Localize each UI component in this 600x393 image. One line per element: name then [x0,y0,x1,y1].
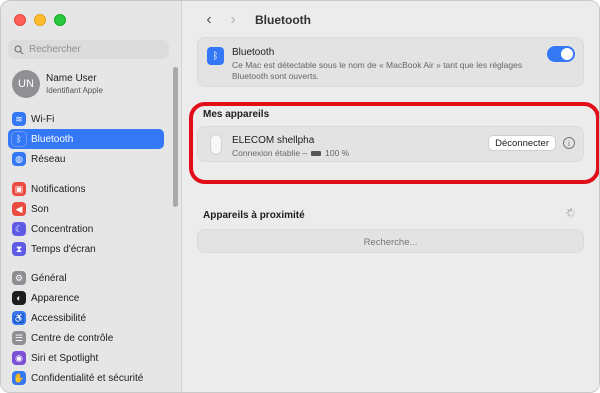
toolbar: ‹ › Bluetooth [197,11,311,29]
sidebar-item-accessibility[interactable]: ♿ Accessibilité [8,308,164,328]
forward-button[interactable]: › [221,11,245,29]
my-devices-heading: Mes appareils [203,109,270,120]
sidebar-item-label: Général [31,272,67,284]
minimize-window-button[interactable] [34,14,46,26]
nearby-devices-card: Recherche... [197,229,584,253]
battery-level: 100 % [325,148,350,158]
mouse-icon [210,134,222,155]
sidebar-item-label: Centre de contrôle [31,332,114,344]
searching-status: Recherche... [363,237,418,248]
bluetooth-toggle[interactable] [547,46,575,62]
settings-window: UN Name User Identifiant Apple ≋ Wi-Fi ᛒ Bl… [0,0,600,393]
sidebar-item-label: Son [31,203,49,215]
main-content: ‹ › Bluetooth ᛒ Bluetooth Ce Mac est dét… [183,1,599,392]
sidebar-item-label: Siri et Spotlight [31,352,99,364]
moon-icon: ☾ [12,222,26,236]
avatar: UN [12,70,40,98]
accessibility-icon: ♿ [12,311,26,325]
sidebar-item-label: Notifications [31,183,86,195]
privacy-hand-icon: ✋ [12,371,26,385]
sidebar-item-siri[interactable]: ◉ Siri et Spotlight [8,348,164,368]
bluetooth-icon: ᛒ [207,47,224,65]
hourglass-icon: ⧗ [12,242,26,256]
sidebar-group-alerts: ▣ Notifications ◀ Son ☾ Concentration ⧗ Temps d… [8,179,164,259]
maximize-window-button[interactable] [54,14,66,26]
search-input[interactable] [29,44,159,55]
battery-icon [311,150,322,156]
sidebar-item-gear[interactable]: ⚙ Général [8,268,164,288]
disconnect-button[interactable]: Déconnecter [488,135,556,151]
window-controls [14,14,66,26]
sidebar-item-moon[interactable]: ☾ Concentration [8,219,164,239]
gear-icon: ⚙ [12,271,26,285]
sidebar-item-wifi[interactable]: ≋ Wi-Fi [8,109,164,129]
nearby-devices-heading: Appareils à proximité [203,210,305,221]
user-name: Name User [46,73,97,84]
bluetooth-label: Bluetooth [232,47,275,58]
device-name: ELECOM shellpha [232,135,315,146]
close-window-button[interactable] [14,14,26,26]
page-title: Bluetooth [255,13,311,27]
siri-icon: ◉ [12,351,26,365]
appearance-icon: ◐ [12,291,26,305]
search-box[interactable] [8,40,169,59]
user-subtitle: Identifiant Apple [46,86,103,95]
speaker-icon: ◀ [12,202,26,216]
notifications-icon: ▣ [12,182,26,196]
bluetooth-icon: ᛒ [12,132,26,146]
sidebar-scrollbar[interactable] [173,67,178,207]
sidebar-item-label: Wi-Fi [31,113,55,125]
sidebar-item-label: Confidentialité et sécurité [31,372,144,384]
wifi-icon: ≋ [12,112,26,126]
sidebar: UN Name User Identifiant Apple ≋ Wi-Fi ᛒ Bl… [1,1,182,392]
sidebar-item-appearance[interactable]: ◐ Apparence [8,288,164,308]
sidebar-item-hourglass[interactable]: ⧗ Temps d'écran [8,239,164,259]
sidebar-item-notifications[interactable]: ▣ Notifications [8,179,164,199]
sidebar-group-system: ⚙ Général ◐ Apparence ♿ Accessibilité ☰ Centre … [8,268,164,388]
sidebar-item-label: Bluetooth [31,133,74,145]
device-status: Connexion établie – 100 % [232,148,349,158]
control-center-icon: ☰ [12,331,26,345]
sidebar-item-label: Apparence [31,292,80,304]
globe-icon: ◍ [12,152,26,166]
sidebar-item-label: Réseau [31,153,66,165]
user-account[interactable]: UN Name User Identifiant Apple [12,70,103,98]
bluetooth-settings-card: ᛒ Bluetooth Ce Mac est détectable sous l… [197,37,584,87]
sidebar-item-privacy-hand[interactable]: ✋ Confidentialité et sécurité [8,368,164,388]
search-icon [14,44,24,54]
sidebar-item-label: Accessibilité [31,312,87,324]
loading-spinner-icon [566,208,576,218]
sidebar-item-control-center[interactable]: ☰ Centre de contrôle [8,328,164,348]
info-icon[interactable]: i [563,137,575,149]
device-row[interactable]: ELECOM shellpha Connexion établie – 100 … [197,126,584,162]
sidebar-item-speaker[interactable]: ◀ Son [8,199,164,219]
sidebar-item-label: Temps d'écran [31,243,96,255]
sidebar-group-network: ≋ Wi-Fi ᛒ Bluetooth ◍ Réseau [8,109,164,169]
sidebar-item-label: Concentration [31,223,94,235]
bluetooth-description: Ce Mac est détectable sous le nom de « M… [232,60,523,81]
sidebar-item-bluetooth[interactable]: ᛒ Bluetooth [8,129,164,149]
back-button[interactable]: ‹ [197,11,221,29]
sidebar-item-globe[interactable]: ◍ Réseau [8,149,164,169]
connection-status: Connexion établie – [232,148,308,158]
